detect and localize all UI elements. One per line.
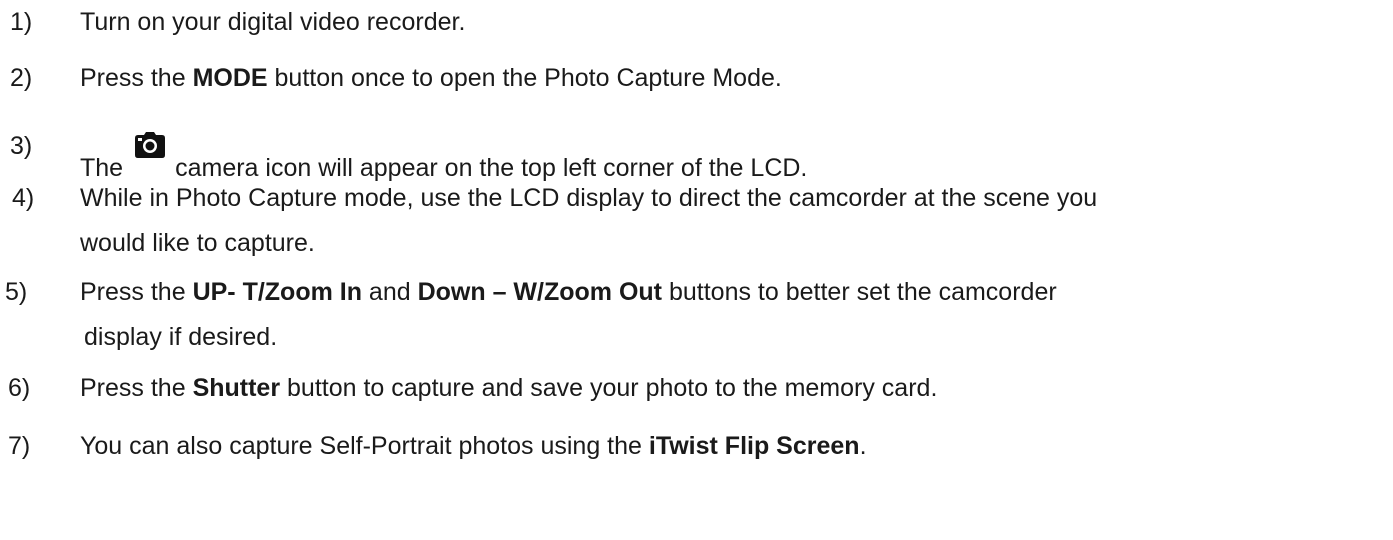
step-text-line-2: would like to capture. xyxy=(80,229,315,257)
step-text-part: Press the xyxy=(80,374,193,402)
step-text-part: and xyxy=(361,278,418,306)
shutter-button-label: Shutter xyxy=(192,374,281,402)
step-number: 6) xyxy=(8,374,31,402)
step-text-part: Turn on your digital video recorder. xyxy=(80,8,466,36)
step-text-part: . xyxy=(859,432,867,460)
step-text: The camera icon will appear on the top le… xyxy=(80,132,807,183)
step-text: Press the Shutter button to capture and … xyxy=(80,374,937,403)
step-number: 5) xyxy=(5,278,28,306)
step-text-part: button to capture and save your photo to… xyxy=(280,374,938,402)
step-text-line-1: While in Photo Capture mode, use the LCD… xyxy=(80,184,1098,212)
step-number: 4) xyxy=(12,184,35,212)
step-text-part: The xyxy=(80,154,124,182)
step-text-part: buttons to better set the camcorder xyxy=(662,278,1057,306)
step-text-line-2: display if desired. xyxy=(84,323,278,351)
step-text-part: Press the xyxy=(80,64,193,92)
step-text-line-1: Press the UP- T/Zoom In and Down – W/Zoo… xyxy=(80,278,1057,307)
step-text-part: button once to open the Photo Capture Mo… xyxy=(267,64,782,92)
zoom-out-button-label: Down – W/Zoom Out xyxy=(417,278,663,306)
step-text: You can also capture Self-Portrait photo… xyxy=(80,432,867,461)
step-number: 2) xyxy=(10,64,33,92)
step-number: 3) xyxy=(10,132,33,160)
step-text: Turn on your digital video recorder. xyxy=(80,8,465,37)
step-number: 1) xyxy=(10,8,33,36)
step-text-part: camera icon will appear on the top left … xyxy=(175,154,808,182)
mode-button-label: MODE xyxy=(192,64,268,92)
step-text-part: You can also capture Self-Portrait photo… xyxy=(80,432,649,460)
step-text-part: Press the xyxy=(80,278,193,306)
itwist-flip-screen-label: iTwist Flip Screen xyxy=(648,432,860,460)
step-text: Press the MODE button once to open the P… xyxy=(80,64,782,93)
step-number: 7) xyxy=(8,432,31,460)
zoom-in-button-label: UP- T/Zoom In xyxy=(192,278,362,306)
camera-icon xyxy=(135,132,166,158)
